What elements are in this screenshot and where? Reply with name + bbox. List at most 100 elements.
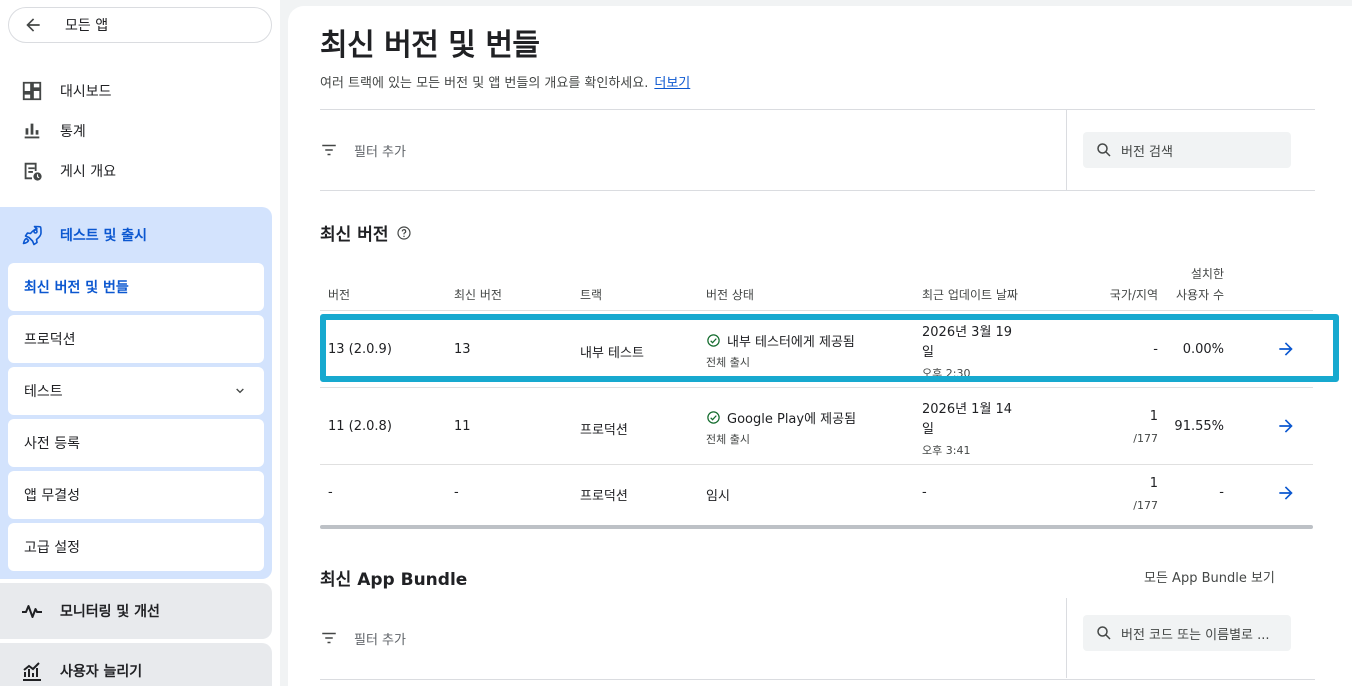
cell-latest-version: 11	[454, 419, 471, 434]
page-subtitle: 여러 트랙에 있는 모든 버전 및 앱 번들의 개요를 확인하세요. 더보기	[320, 72, 690, 91]
cell-countries-total: /177	[1133, 432, 1158, 445]
cell-track: 프로덕션	[580, 489, 628, 504]
all-apps-label: 모든 앱	[65, 18, 109, 34]
cell-date: -	[922, 485, 927, 500]
bar-chart-icon	[20, 119, 44, 143]
sidebar-item-dashboard[interactable]: 대시보드	[0, 71, 272, 111]
vitals-icon	[22, 605, 42, 618]
cell-date-cont: 일	[922, 345, 934, 360]
chevron-down-icon[interactable]	[232, 383, 248, 399]
sidebar-item-testing[interactable]: 테스트	[8, 367, 264, 415]
search-placeholder: 버전 코드 또는 이름별로 ...	[1121, 627, 1270, 643]
cell-countries: -	[1153, 342, 1158, 357]
sidebar-item-latest-releases[interactable]: 최신 버전 및 번들	[8, 263, 264, 311]
column-header-status: 버전 상태	[706, 288, 754, 302]
filter-divider	[1066, 598, 1067, 678]
add-filter-button[interactable]: 필터 추가	[354, 629, 406, 648]
search-icon	[1097, 626, 1111, 640]
sidebar-item-production[interactable]: 프로덕션	[8, 315, 264, 363]
cell-time: 오후 3:41	[922, 444, 971, 457]
sidebar-item-label: 테스트	[24, 384, 63, 400]
cell-installed: 0.00%	[1182, 342, 1224, 357]
grow-chart-icon	[23, 662, 41, 681]
releases-title: 최신 버전	[320, 225, 389, 245]
sidebar-item-statistics[interactable]: 통계	[0, 111, 272, 151]
sidebar-item-label: 모니터링 및 개선	[60, 604, 160, 620]
cell-time: 오후 2:30	[922, 367, 971, 380]
column-header-version: 버전	[328, 288, 351, 302]
sidebar-item-label: 게시 개요	[60, 164, 116, 180]
arrow-forward-icon[interactable]	[1276, 483, 1296, 503]
cell-latest-version: 13	[454, 342, 471, 357]
sidebar-item-label: 고급 설정	[24, 540, 80, 556]
all-apps-button[interactable]: 모든 앱	[8, 7, 272, 43]
cell-track: 프로덕션	[580, 423, 628, 438]
column-header-updated: 최근 업데이트 날짜	[922, 288, 1018, 302]
table-row[interactable]: 13 (2.0.9) 13 내부 테스트 내부 테스터에게 제공됨 전체 출시 …	[320, 311, 1313, 388]
bundles-filter-bar: 필터 추가 버전 코드 또는 이름별로 ...	[320, 598, 1315, 680]
add-filter-button[interactable]: 필터 추가	[354, 141, 406, 160]
release-section-header[interactable]: 테스트 및 출시	[0, 215, 272, 255]
page-title: 최신 버전 및 번들	[320, 28, 540, 63]
cell-status: 임시	[706, 489, 730, 504]
cell-rollout: 전체 출시	[706, 433, 750, 446]
releases-section-title: 최신 버전	[320, 220, 412, 245]
cell-installed: -	[1219, 485, 1224, 500]
cell-rollout: 전체 출시	[706, 356, 750, 369]
cell-latest-version: -	[454, 485, 459, 500]
dashboard-icon	[20, 79, 44, 103]
column-header-track: 트랙	[580, 288, 603, 302]
cell-countries-total: /177	[1133, 499, 1158, 512]
cell-date-cont: 일	[922, 422, 934, 437]
release-section-label: 테스트 및 출시	[60, 228, 148, 244]
status-text: 내부 테스터에게 제공됨	[727, 335, 855, 350]
status-text: Google Play에 제공됨	[727, 412, 857, 427]
cell-status: Google Play에 제공됨	[706, 408, 856, 427]
column-header-countries: 국가/지역	[1109, 288, 1158, 302]
sidebar-item-pre-registration[interactable]: 사전 등록	[8, 419, 264, 467]
filter-divider	[1066, 110, 1067, 190]
view-all-bundles-link[interactable]: 모든 App Bundle 보기	[1144, 567, 1275, 586]
table-scrollbar[interactable]	[320, 525, 1313, 529]
sidebar-item-publishing-overview[interactable]: 게시 개요	[0, 151, 272, 191]
arrow-forward-icon[interactable]	[1276, 416, 1296, 436]
check-circle-icon	[707, 334, 720, 347]
sidebar-item-label: 대시보드	[60, 84, 112, 100]
sidebar-item-label: 프로덕션	[24, 332, 76, 348]
arrow-forward-icon[interactable]	[1276, 339, 1296, 359]
cell-countries: 1	[1149, 409, 1158, 424]
cell-track: 내부 테스트	[580, 346, 644, 361]
rocket-icon	[22, 225, 42, 246]
help-icon[interactable]	[396, 225, 412, 241]
column-header-installed-line2: 사용자 수	[1176, 288, 1224, 302]
column-header-installed-line1: 설치한	[1190, 267, 1224, 281]
sidebar-item-app-integrity[interactable]: 앱 무결성	[8, 471, 264, 519]
search-placeholder: 버전 검색	[1121, 144, 1173, 160]
sidebar-item-monitor[interactable]: 모니터링 및 개선	[0, 583, 272, 639]
release-section: 테스트 및 출시 최신 버전 및 번들 프로덕션 테스트 사전 등록 앱 무결성…	[0, 207, 272, 579]
search-icon	[1097, 143, 1111, 157]
version-search-input[interactable]: 버전 검색	[1083, 132, 1291, 168]
column-header-latest-version: 최신 버전	[454, 288, 502, 302]
cell-version: 11 (2.0.8)	[328, 419, 392, 434]
sidebar-item-label: 사용자 늘리기	[60, 664, 143, 680]
sidebar-item-advanced-settings[interactable]: 고급 설정	[8, 523, 264, 571]
sidebar-item-label: 사전 등록	[24, 436, 80, 452]
cell-date: 2026년 3월 19	[922, 325, 1013, 340]
bundles-title: 최신 App Bundle	[320, 570, 468, 590]
sidebar-item-label: 최신 버전 및 번들	[24, 280, 129, 296]
cell-status: 내부 테스터에게 제공됨	[706, 331, 855, 350]
bundles-section-title: 최신 App Bundle	[320, 565, 467, 590]
arrow-left-icon	[26, 18, 40, 32]
bundle-search-input[interactable]: 버전 코드 또는 이름별로 ...	[1083, 615, 1291, 651]
cell-version: -	[328, 485, 333, 500]
filter-icon[interactable]	[320, 629, 338, 647]
page-subtitle-text: 여러 트랙에 있는 모든 버전 및 앱 번들의 개요를 확인하세요.	[320, 76, 649, 91]
cell-date: 2026년 1월 14	[922, 402, 1013, 417]
table-row[interactable]: 11 (2.0.8) 11 프로덕션 Google Play에 제공됨 전체 출…	[320, 388, 1313, 465]
sidebar-item-label: 통계	[60, 124, 86, 140]
learn-more-link[interactable]: 더보기	[654, 76, 690, 91]
table-row[interactable]: - - 프로덕션 임시 - 1 /177 -	[320, 465, 1313, 523]
filter-icon[interactable]	[320, 141, 338, 159]
sidebar-item-grow[interactable]: 사용자 늘리기	[0, 643, 272, 686]
